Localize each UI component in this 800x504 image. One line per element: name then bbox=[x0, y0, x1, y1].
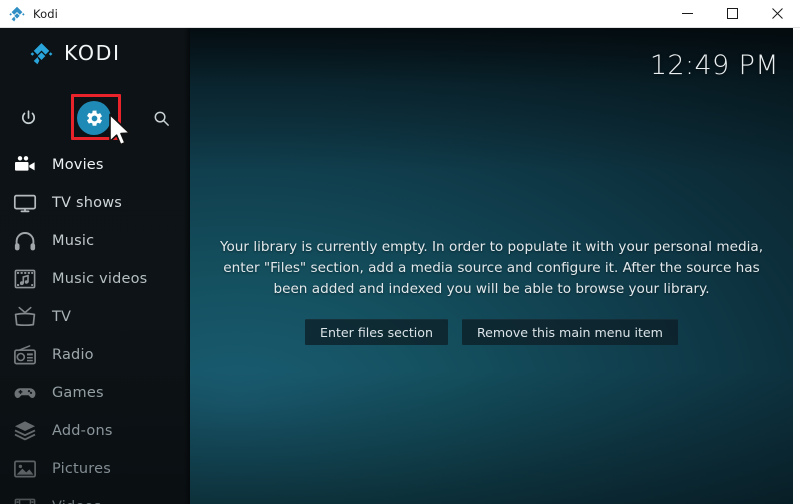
sidebar-item-label: TV shows bbox=[52, 195, 122, 211]
enter-files-section-button[interactable]: Enter files section bbox=[305, 319, 448, 345]
television-icon bbox=[8, 186, 42, 220]
quick-action-bar bbox=[0, 98, 190, 138]
action-buttons: Enter files section Remove this main men… bbox=[305, 319, 678, 345]
settings-button[interactable] bbox=[74, 98, 114, 138]
brand-wordmark: KODI bbox=[64, 41, 121, 65]
clock: 12:49 PM bbox=[650, 50, 779, 81]
kodi-ui: 12:49 PM Your library is currently empty… bbox=[0, 28, 793, 504]
sidebar-item-videos[interactable]: Videos bbox=[0, 488, 190, 504]
kodi-window: Kodi 12:49 PM Your bbox=[0, 0, 800, 504]
sidebar-item-pictures[interactable]: Pictures bbox=[0, 450, 190, 488]
sidebar-item-label: Games bbox=[52, 385, 104, 401]
title-bar: Kodi bbox=[0, 0, 800, 28]
kodi-logo-icon bbox=[9, 6, 25, 22]
main-content: Your library is currently empty. In orde… bbox=[190, 28, 793, 504]
kodi-logo-icon bbox=[30, 42, 53, 65]
sidebar-item-music-videos[interactable]: Music videos bbox=[0, 260, 190, 298]
sidebar-item-label: TV bbox=[52, 309, 71, 325]
addon-box-icon bbox=[8, 414, 42, 448]
minimize-button[interactable] bbox=[665, 0, 710, 28]
radio-icon bbox=[8, 338, 42, 372]
background-window-edge bbox=[793, 28, 800, 504]
sidebar-item-music[interactable]: Music bbox=[0, 222, 190, 260]
film-strip-icon bbox=[8, 490, 42, 504]
headphones-icon bbox=[8, 224, 42, 258]
close-button[interactable] bbox=[755, 0, 800, 28]
search-button[interactable] bbox=[141, 98, 181, 138]
picture-icon bbox=[8, 452, 42, 486]
window-title: Kodi bbox=[33, 7, 58, 21]
window-controls bbox=[665, 0, 800, 28]
sidebar-item-label: Radio bbox=[52, 347, 94, 363]
tv-antenna-icon bbox=[8, 300, 42, 334]
sidebar-item-tv-shows[interactable]: TV shows bbox=[0, 184, 190, 222]
maximize-icon bbox=[727, 8, 738, 19]
sidebar-item-label: Videos bbox=[52, 499, 101, 504]
sidebar-item-radio[interactable]: Radio bbox=[0, 336, 190, 374]
sidebar-item-label: Music bbox=[52, 233, 94, 249]
sidebar-item-label: Pictures bbox=[52, 461, 111, 477]
gear-icon bbox=[77, 101, 111, 135]
power-button[interactable] bbox=[8, 98, 48, 138]
sidebar-item-games[interactable]: Games bbox=[0, 374, 190, 412]
sidebar-item-movies[interactable]: Movies bbox=[0, 146, 190, 184]
close-icon bbox=[772, 8, 783, 19]
maximize-button[interactable] bbox=[710, 0, 755, 28]
sidebar-item-label: Music videos bbox=[52, 271, 147, 287]
gamepad-icon bbox=[8, 376, 42, 410]
remove-menu-item-button[interactable]: Remove this main menu item bbox=[462, 319, 678, 345]
movie-camera-icon bbox=[8, 148, 42, 182]
brand-logo: KODI bbox=[0, 36, 190, 70]
minimize-icon bbox=[682, 8, 693, 19]
sidebar-item-add-ons[interactable]: Add-ons bbox=[0, 412, 190, 450]
sidebar-item-label: Movies bbox=[52, 157, 104, 173]
music-film-icon bbox=[8, 262, 42, 296]
sidebar-item-tv[interactable]: TV bbox=[0, 298, 190, 336]
sidebar-menu: Movies TV shows bbox=[0, 146, 190, 504]
sidebar-item-label: Add-ons bbox=[52, 423, 113, 439]
search-icon bbox=[152, 109, 171, 128]
sidebar: KODI bbox=[0, 28, 190, 504]
empty-library-message: Your library is currently empty. In orde… bbox=[209, 237, 775, 300]
power-icon bbox=[19, 109, 38, 128]
